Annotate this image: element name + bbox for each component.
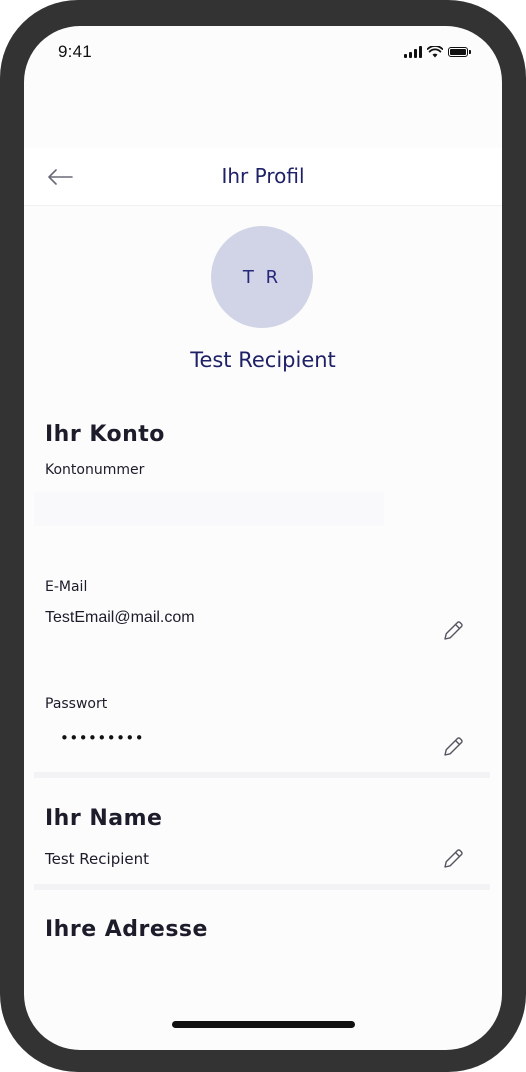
screen: 9:41 Ihr Profil T R Test Recipient Ihr K… xyxy=(24,26,502,1050)
status-icons xyxy=(404,46,471,58)
page-header: Ihr Profil xyxy=(24,148,502,206)
battery-icon xyxy=(448,47,471,57)
pencil-icon xyxy=(444,621,463,640)
edit-password-button[interactable] xyxy=(438,732,468,762)
home-indicator xyxy=(172,1021,355,1028)
email-value: TestEmail@mail.com xyxy=(45,609,195,626)
name-section-heading: Ihr Name xyxy=(45,806,163,831)
phone-frame: 9:41 Ihr Profil T R Test Recipient Ihr K… xyxy=(0,0,526,1072)
section-divider xyxy=(34,884,490,890)
pencil-icon xyxy=(444,849,463,868)
avatar: T R xyxy=(211,226,313,328)
name-value: Test Recipient xyxy=(45,850,150,868)
account-number-field xyxy=(34,492,384,526)
address-section-heading: Ihre Adresse xyxy=(45,917,208,942)
profile-name: Test Recipient xyxy=(190,348,336,372)
account-number-label: Kontonummer xyxy=(45,462,145,478)
password-label: Passwort xyxy=(45,696,108,712)
edit-email-button[interactable] xyxy=(438,616,468,646)
section-divider xyxy=(34,772,490,778)
pencil-icon xyxy=(444,737,463,756)
account-section-heading: Ihr Konto xyxy=(45,422,165,447)
page-title: Ihr Profil xyxy=(221,164,305,188)
status-time: 9:41 xyxy=(58,42,92,61)
password-value: ••••••••• xyxy=(60,729,145,747)
edit-name-button[interactable] xyxy=(438,844,468,874)
email-label: E-Mail xyxy=(45,579,88,595)
cellular-signal-icon xyxy=(404,46,422,58)
wifi-icon xyxy=(427,46,443,58)
